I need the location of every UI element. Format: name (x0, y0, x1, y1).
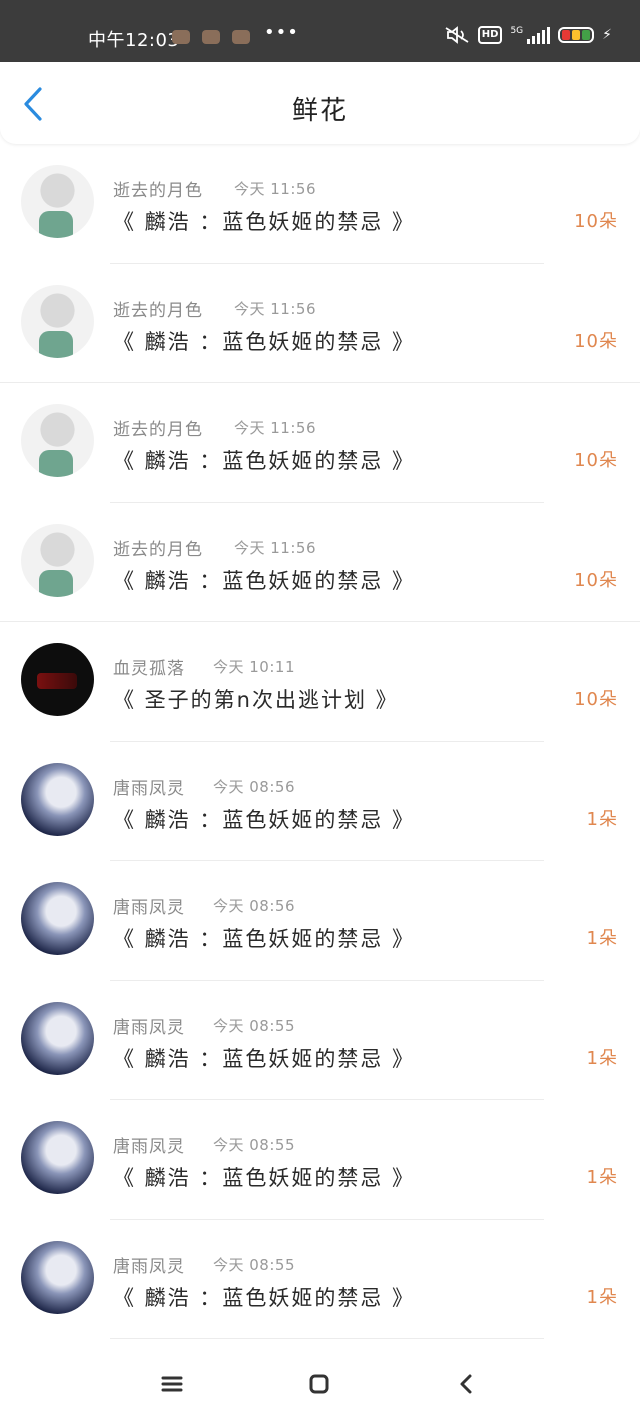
flower-count: 10朵 (574, 211, 618, 232)
avatar[interactable] (21, 404, 94, 477)
list-item[interactable]: 血灵孤落 今天 10:11 《 圣子的第n次出逃计划 》 10朵 (0, 622, 640, 742)
user-name[interactable]: 唐雨凤灵 (113, 893, 185, 918)
list-item[interactable]: 逝去的月色 今天 11:56 《 麟浩 ：蓝色妖姬的禁忌 》 10朵 (0, 144, 640, 264)
page-header: 鲜花 (0, 62, 640, 144)
timestamp: 今天 10:11 (213, 658, 295, 676)
avatar[interactable] (21, 523, 94, 597)
back-nav-button[interactable] (446, 1364, 486, 1404)
book-title[interactable]: 《 麟浩 ：蓝色妖姬的禁忌 》 (113, 804, 415, 834)
timestamp: 今天 08:56 (213, 897, 295, 915)
user-name[interactable]: 逝去的月色 (113, 176, 203, 201)
flower-list: 逝去的月色 今天 11:56 《 麟浩 ：蓝色妖姬的禁忌 》 10朵 逝去的月色… (0, 144, 640, 1339)
user-name[interactable]: 逝去的月色 (113, 535, 203, 560)
flower-count: 1朵 (586, 808, 618, 830)
mute-icon (445, 26, 469, 44)
book-title[interactable]: 《 麟浩 ：蓝色妖姬的禁忌 》 (113, 445, 415, 475)
home-button[interactable] (299, 1364, 339, 1404)
timestamp: 今天 08:55 (213, 1136, 295, 1154)
user-name[interactable]: 唐雨凤灵 (113, 1252, 185, 1277)
user-name[interactable]: 唐雨凤灵 (113, 1013, 185, 1038)
flower-count: 10朵 (574, 689, 618, 710)
avatar[interactable] (21, 165, 94, 238)
timestamp: 今天 08:55 (213, 1016, 295, 1035)
timestamp: 今天 08:56 (213, 777, 295, 796)
avatar[interactable] (21, 643, 94, 716)
user-name[interactable]: 唐雨凤灵 (113, 1132, 185, 1157)
status-time: 中午12:03 (88, 30, 180, 51)
menu-button[interactable] (152, 1364, 192, 1404)
network-type: 5G (510, 26, 524, 36)
user-name[interactable]: 逝去的月色 (113, 296, 203, 321)
flower-count: 10朵 (574, 330, 618, 352)
book-title[interactable]: 《 麟浩 ：蓝色妖姬的禁忌 》 (113, 923, 415, 953)
hd-icon: HD (477, 26, 503, 44)
avatar[interactable] (21, 1121, 94, 1194)
avatar[interactable] (21, 762, 94, 836)
flower-count: 10朵 (574, 569, 618, 591)
book-title[interactable]: 《 麟浩 ：蓝色妖姬的禁忌 》 (113, 1282, 415, 1312)
book-title[interactable]: 《 麟浩 ：蓝色妖姬的禁忌 》 (113, 206, 415, 236)
list-item[interactable]: 唐雨凤灵 今天 08:55 《 麟浩 ：蓝色妖姬的禁忌 》 1朵 (0, 1220, 640, 1339)
status-indicators: HD 5G ⚡ (444, 26, 612, 44)
system-nav-bar (0, 1342, 640, 1422)
avatar[interactable] (21, 1001, 94, 1075)
timestamp: 今天 11:56 (234, 180, 316, 198)
user-name[interactable]: 唐雨凤灵 (113, 774, 185, 799)
book-title[interactable]: 《 麟浩 ：蓝色妖姬的禁忌 》 (113, 565, 415, 595)
notification-icon (172, 30, 190, 44)
notification-icon (232, 30, 250, 44)
notification-icon (202, 30, 220, 44)
avatar[interactable] (21, 1240, 94, 1314)
timestamp: 今天 11:56 (234, 299, 316, 318)
user-name[interactable]: 逝去的月色 (113, 415, 203, 440)
status-bar: 中午12:03 ••• HD 5G ⚡ (0, 0, 640, 62)
book-title[interactable]: 《 麟浩 ：蓝色妖姬的禁忌 》 (113, 1162, 415, 1192)
back-icon[interactable] (446, 1364, 486, 1404)
list-item[interactable]: 逝去的月色 今天 11:56 《 麟浩 ：蓝色妖姬的禁忌 》 10朵 (0, 503, 640, 622)
avatar[interactable] (21, 882, 94, 955)
flower-count: 1朵 (586, 1286, 618, 1308)
list-item[interactable]: 逝去的月色 今天 11:56 《 麟浩 ：蓝色妖姬的禁忌 》 10朵 (0, 383, 640, 503)
timestamp: 今天 11:56 (234, 538, 316, 557)
home-icon[interactable] (299, 1364, 339, 1404)
list-item[interactable]: 逝去的月色 今天 11:56 《 麟浩 ：蓝色妖姬的禁忌 》 10朵 (0, 264, 640, 383)
list-item[interactable]: 唐雨凤灵 今天 08:55 《 麟浩 ：蓝色妖姬的禁忌 》 1朵 (0, 981, 640, 1100)
book-title[interactable]: 《 麟浩 ：蓝色妖姬的禁忌 》 (113, 326, 415, 356)
timestamp: 今天 11:56 (234, 419, 316, 437)
menu-icon[interactable] (152, 1364, 192, 1404)
timestamp: 今天 08:55 (213, 1255, 295, 1274)
charging-icon: ⚡ (602, 27, 612, 43)
flower-count: 1朵 (586, 1167, 618, 1188)
book-title[interactable]: 《 麟浩 ：蓝色妖姬的禁忌 》 (113, 1043, 415, 1073)
page-title: 鲜花 (291, 96, 348, 126)
flower-count: 10朵 (574, 450, 618, 471)
flower-count: 1朵 (586, 928, 618, 949)
user-name[interactable]: 血灵孤落 (113, 654, 185, 679)
avatar[interactable] (21, 284, 94, 358)
flower-count: 1朵 (586, 1047, 618, 1069)
list-item[interactable]: 唐雨凤灵 今天 08:56 《 麟浩 ：蓝色妖姬的禁忌 》 1朵 (0, 742, 640, 861)
list-item[interactable]: 唐雨凤灵 今天 08:55 《 麟浩 ：蓝色妖姬的禁忌 》 1朵 (0, 1100, 640, 1220)
more-notifications-icon: ••• (264, 22, 299, 43)
book-title[interactable]: 《 圣子的第n次出逃计划 》 (113, 684, 399, 714)
battery-icon (558, 27, 595, 43)
list-item[interactable]: 唐雨凤灵 今天 08:56 《 麟浩 ：蓝色妖姬的禁忌 》 1朵 (0, 861, 640, 981)
signal-icon (527, 26, 551, 44)
divider (110, 1338, 544, 1339)
